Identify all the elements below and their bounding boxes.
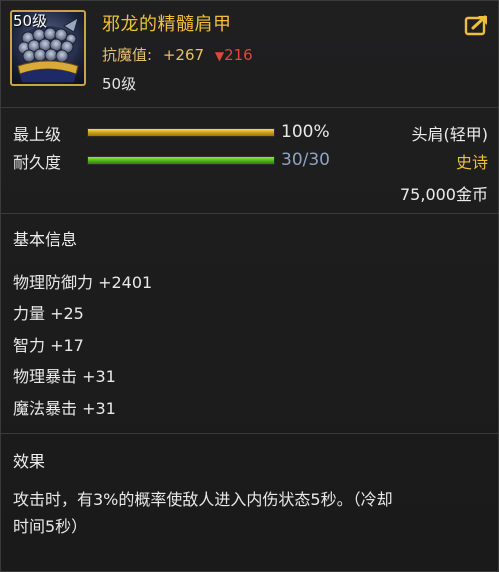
- stat-line: 魔法暴击 +31: [13, 399, 116, 418]
- effect-description: 攻击时，有3%的概率使敌人进入内伤状态5秒。（冷却 时间5秒）: [13, 486, 491, 540]
- item-name: 邪龙的精髓肩甲: [102, 14, 232, 35]
- stat-line: 力量 +25: [13, 304, 84, 323]
- share-icon: [464, 15, 487, 36]
- basic-info-title: 基本信息: [13, 230, 78, 249]
- max-level-bar-fill: [88, 129, 274, 136]
- item-tooltip: 50级 邪龙的精髓肩甲 抗魔值: +267 ▼216 50级 最上级 100% …: [0, 0, 499, 572]
- max-level-label: 最上级: [13, 125, 62, 144]
- divider: [1, 433, 499, 434]
- effect-line: 时间5秒）: [13, 517, 88, 536]
- stat-line: 物理暴击 +31: [13, 367, 116, 386]
- required-level: 50级: [102, 75, 137, 93]
- item-level-badge: 50级: [13, 12, 48, 30]
- rarity: 史诗: [455, 153, 488, 172]
- effect-line: 攻击时，有3%的概率使敌人进入内伤状态5秒。（冷却: [13, 490, 393, 509]
- durability-bar: [87, 156, 275, 165]
- stat-line: 物理防御力 +2401: [13, 273, 153, 292]
- effect-title: 效果: [13, 452, 46, 471]
- magic-resist-compare-value: 216: [224, 46, 253, 64]
- durability-bar-fill: [88, 157, 274, 164]
- down-arrow-icon: ▼: [214, 49, 225, 63]
- magic-resist-value: +267: [162, 46, 205, 64]
- share-button[interactable]: [464, 14, 490, 36]
- max-level-value: 100%: [281, 122, 330, 142]
- magic-resist-line: 抗魔值: +267 ▼216: [102, 44, 253, 65]
- max-level-bar: [87, 128, 275, 137]
- divider: [1, 213, 499, 214]
- magic-resist-label: 抗魔值:: [102, 46, 153, 64]
- stat-line: 智力 +17: [13, 336, 84, 355]
- sell-price: 75,000金币: [400, 185, 488, 204]
- durability-label: 耐久度: [13, 153, 62, 172]
- durability-value: 30/30: [281, 150, 330, 170]
- equipment-slot: 头肩(轻甲): [411, 125, 489, 144]
- divider: [1, 107, 499, 108]
